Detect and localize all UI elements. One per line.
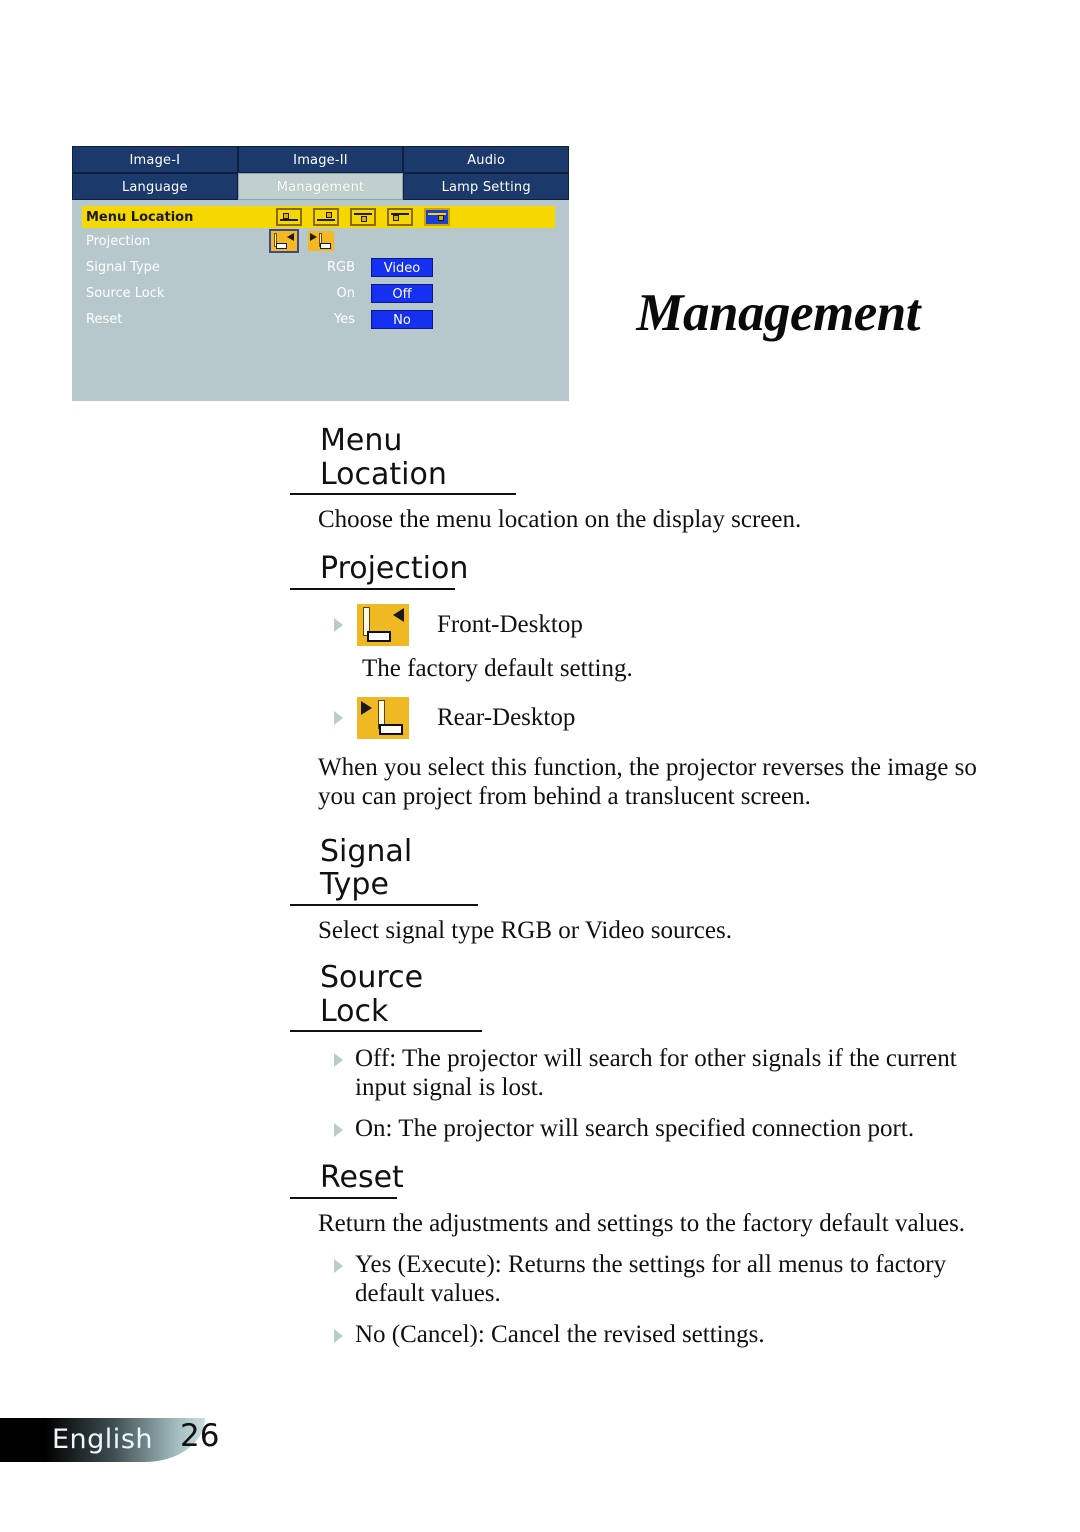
bullet-triangle-icon [334,1258,343,1273]
osd-row-label-signal-type: Signal Type [86,259,160,275]
projection-icon-front-desktop[interactable] [269,229,299,253]
osd-settings-list: Menu Location Projection Signal Type RGB… [72,200,569,332]
osd-row-signal-type[interactable]: Signal Type RGB Video [72,254,569,280]
section-menu-location: Menu Location [290,424,516,496]
osd-row-projection[interactable]: Projection [72,228,569,254]
reset-option-no-selected[interactable]: No [371,309,433,329]
rear-desktop-icon [357,696,409,739]
projection-options [269,229,334,253]
osd-tab-row-1: Image-I Image-II Audio [72,146,570,173]
page-title: Management [636,284,920,342]
osd-row-label-menu-location: Menu Location [86,209,194,225]
reset-option-yes[interactable]: Yes [271,312,355,327]
source-lock-option-on[interactable]: On [271,286,355,301]
bullet-text: On: The projector will search specified … [355,1115,915,1143]
section-source-lock: Source Lock [290,961,482,1033]
bullet-source-lock-on: On: The projector will search specified … [334,1114,1010,1143]
section-reset: Reset [290,1161,404,1199]
page-footer: English 26 [0,1418,230,1462]
heading-projection: Projection [290,552,468,590]
osd-tab-audio[interactable]: Audio [403,146,570,173]
heading-menu-location: Menu Location [290,424,516,496]
bullet-triangle-icon [334,1328,343,1343]
footer-language-label: English [52,1424,153,1455]
osd-tab-row-2: Language Management Lamp Setting [72,173,570,200]
bullet-triangle-icon [334,1053,343,1068]
paragraph-menu-location: Choose the menu location on the display … [318,506,802,534]
osd-row-label-projection: Projection [86,233,151,249]
osd-tab-image-ii[interactable]: Image-II [237,146,404,173]
bullet-triangle-icon [334,1123,343,1138]
paragraph-signal-type: Select signal type RGB or Video sources. [318,916,732,944]
section-signal-type: Signal Type [290,834,478,906]
heading-reset: Reset [290,1161,404,1199]
section-projection: Projection [290,552,468,590]
bullet-text: Yes (Execute): Returns the settings for … [355,1250,947,1307]
bullet-text: No (Cancel): Cancel the revised settings… [355,1320,765,1348]
projection-icon-rear-desktop[interactable] [308,231,334,251]
menu-location-icon-bottom-left[interactable] [387,208,413,226]
bullet-source-lock-off: Off: The projector will search for other… [334,1044,1010,1102]
menu-location-icon-top-left[interactable] [276,208,302,226]
bullet-triangle-icon [334,617,343,632]
bullet-reset-yes: Yes (Execute): Returns the settings for … [334,1250,1010,1308]
heading-source-lock: Source Lock [290,961,482,1033]
footer-page-number: 26 [180,1418,220,1454]
signal-type-option-rgb[interactable]: RGB [271,260,355,275]
osd-row-source-lock[interactable]: Source Lock On Off [72,280,569,306]
osd-tab-lamp-setting[interactable]: Lamp Setting [403,173,570,200]
rear-desktop-label: Rear-Desktop [437,703,576,731]
osd-row-menu-location[interactable]: Menu Location [82,206,555,228]
paragraph-rear-desktop: When you select this function, the proje… [318,753,977,810]
menu-location-icon-bottom-right-selected[interactable] [424,208,450,226]
menu-location-options [276,208,450,226]
source-lock-option-off-selected[interactable]: Off [371,283,433,303]
osd-tab-image-i[interactable]: Image-I [72,146,238,173]
osd-tab-management[interactable]: Management [237,173,404,200]
projection-rear-desktop-row: Rear-Desktop [334,696,1010,739]
heading-signal-type: Signal Type [290,834,478,906]
bullet-reset-no: No (Cancel): Cancel the revised settings… [334,1320,1010,1349]
menu-location-icon-top-right[interactable] [313,208,339,226]
front-desktop-label: Front-Desktop [437,610,583,638]
signal-type-option-video-selected[interactable]: Video [371,257,433,277]
osd-row-label-source-lock: Source Lock [86,285,165,301]
projection-front-desktop-row: Front-Desktop [334,603,1010,646]
front-desktop-icon [357,603,409,646]
paragraph-reset: Return the adjustments and settings to t… [318,1209,966,1237]
bullet-text: Off: The projector will search for other… [355,1045,957,1102]
osd-row-reset[interactable]: Reset Yes No [72,306,569,332]
main-content: Menu Location Choose the menu location o… [290,424,1010,1349]
paragraph-front-desktop: The factory default setting. [362,654,633,682]
menu-location-icon-center[interactable] [350,208,376,226]
osd-tab-language[interactable]: Language [72,173,238,200]
osd-menu-screenshot: Image-I Image-II Audio Language Manageme… [72,146,570,401]
osd-row-label-reset: Reset [86,311,123,327]
bullet-triangle-icon [334,710,343,725]
